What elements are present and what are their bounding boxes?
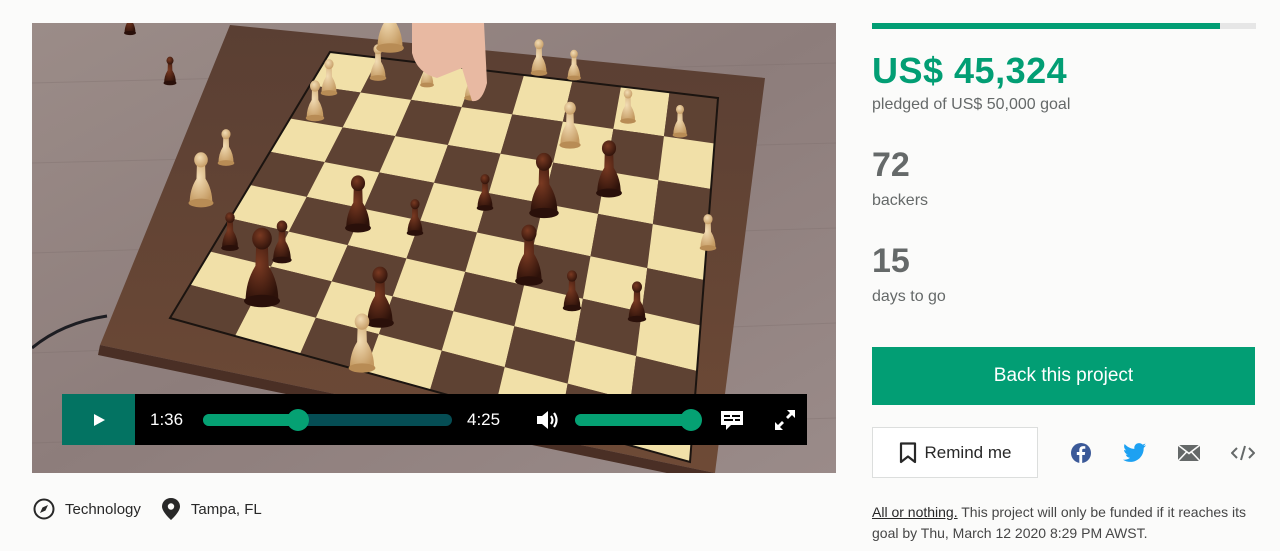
- pledged-goal-text: pledged of US$ 50,000 goal: [872, 96, 1071, 113]
- map-pin-icon: [161, 498, 180, 520]
- share-twitter[interactable]: [1123, 441, 1147, 465]
- all-or-nothing-notice: All or nothing. This project will only b…: [872, 502, 1256, 544]
- board-square: [613, 86, 670, 137]
- back-this-project-button[interactable]: Back this project: [872, 347, 1255, 405]
- play-icon: [93, 413, 105, 426]
- volume-icon[interactable]: [535, 409, 561, 431]
- facebook-icon: [1071, 443, 1091, 463]
- location-link[interactable]: Tampa, FL: [161, 497, 262, 521]
- remind-me-button[interactable]: Remind me: [872, 427, 1038, 478]
- share-embed[interactable]: [1231, 441, 1255, 465]
- compass-icon: [33, 498, 55, 520]
- share-email[interactable]: [1177, 441, 1201, 465]
- project-video[interactable]: 1:36 4:25: [32, 23, 836, 473]
- fullscreen-icon[interactable]: [774, 409, 796, 431]
- remind-me-label: Remind me: [924, 442, 1012, 462]
- embed-icon: [1231, 445, 1255, 461]
- twitter-icon: [1123, 443, 1146, 462]
- share-facebook[interactable]: [1069, 441, 1093, 465]
- all-or-nothing-link[interactable]: All or nothing.: [872, 504, 958, 520]
- funding-progress-fill: [872, 23, 1220, 29]
- seek-fill: [203, 413, 298, 426]
- video-controls: 1:36 4:25: [62, 394, 807, 445]
- volume-slider[interactable]: [575, 408, 702, 431]
- seek-thumb[interactable]: [286, 408, 309, 431]
- board-square: [658, 136, 715, 189]
- project-meta: Technology Tampa, FL: [33, 497, 262, 521]
- category-label: Technology: [65, 500, 141, 518]
- captions-icon[interactable]: [720, 409, 744, 431]
- pledged-amount: US$ 45,324: [872, 50, 1068, 91]
- days-to-go-label: days to go: [872, 288, 946, 305]
- funding-progress-bar: [872, 23, 1256, 29]
- volume-fill: [575, 413, 691, 426]
- current-time: 1:36: [150, 409, 184, 429]
- category-link[interactable]: Technology: [33, 498, 141, 520]
- board-square: [663, 92, 718, 144]
- volume-thumb[interactable]: [679, 408, 702, 431]
- email-icon: [1178, 445, 1200, 461]
- play-button[interactable]: [62, 394, 135, 445]
- days-to-go-count: 15: [872, 242, 910, 280]
- seek-slider[interactable]: [203, 408, 452, 431]
- backers-count: 72: [872, 146, 910, 184]
- location-label: Tampa, FL: [190, 500, 262, 518]
- duration: 4:25: [467, 409, 501, 429]
- bookmark-icon: [899, 441, 916, 463]
- backers-label: backers: [872, 192, 929, 209]
